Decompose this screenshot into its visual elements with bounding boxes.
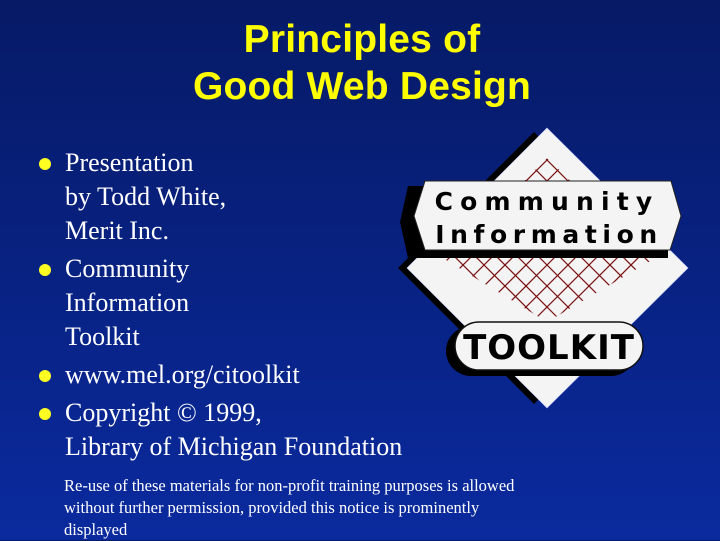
notice-line: displayed <box>64 520 128 539</box>
logo-line-1: Community <box>435 187 660 216</box>
title-line-2: Good Web Design <box>192 65 532 108</box>
bullet-dot-icon <box>39 370 51 382</box>
reuse-notice: Re-use of these materials for non-profit… <box>64 475 644 541</box>
bullet-dot-icon <box>39 408 51 420</box>
bullet-dot-icon <box>39 264 51 276</box>
logo-line-2: Information <box>435 220 663 249</box>
logo-badge-text: TOOLKIT <box>463 328 635 368</box>
notice-line: Re-use of these materials for non-profit… <box>64 476 515 495</box>
slide-title: Principles of Good Web Design <box>0 16 720 110</box>
bullet-dot-icon <box>39 158 51 170</box>
community-information-toolkit-logo: Community Information TOOLKIT <box>398 127 689 409</box>
notice-line: without further permission, provided thi… <box>64 498 480 517</box>
bullet-text: Library of Michigan Foundation <box>65 432 403 461</box>
title-line-1: Principles of <box>243 18 481 61</box>
